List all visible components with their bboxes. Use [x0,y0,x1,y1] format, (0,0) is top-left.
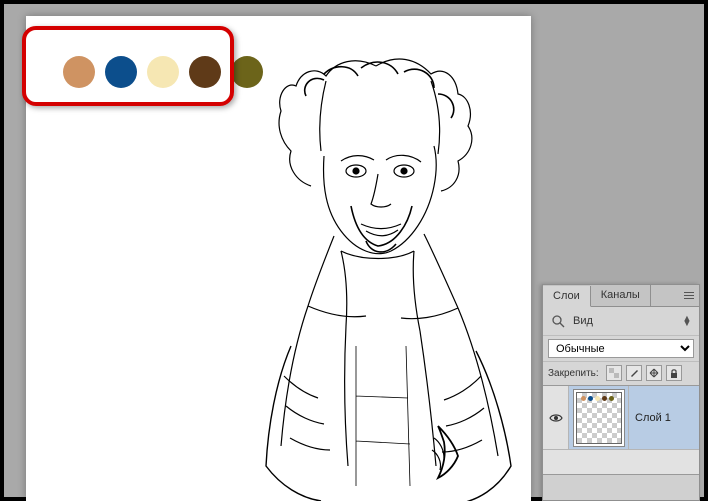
lock-transparency-button[interactable] [606,365,622,381]
lock-position-button[interactable] [646,365,662,381]
tab-channels[interactable]: Каналы [591,285,651,306]
lock-pixels-button[interactable] [626,365,642,381]
panel-footer [543,474,699,500]
panel-menu-icon[interactable] [681,287,697,303]
dropdown-arrows-icon[interactable]: ▲▼ [681,316,693,326]
layers-panel: Слои Каналы Вид ▲▼ Обычные Закрепить: [542,284,700,501]
tab-layers[interactable]: Слои [543,286,591,307]
lock-label: Закрепить: [548,368,599,379]
lock-all-button[interactable] [666,365,682,381]
blend-mode-select[interactable]: Обычные [548,339,694,358]
portrait-sketch [206,46,531,501]
layer-thumbnail [576,392,622,444]
swatch-2[interactable] [105,56,137,88]
panel-tabs: Слои Каналы [543,285,699,307]
lock-row: Закрепить: [543,362,699,386]
layer-filter[interactable]: Вид ▲▼ [543,307,699,336]
filter-label: Вид [573,315,675,327]
blend-mode-row: Обычные [543,336,699,362]
search-icon [549,312,567,330]
eye-icon [549,413,563,423]
document-canvas[interactable] [26,16,531,501]
layer-row[interactable]: Слой 1 [543,386,699,450]
layer-thumbnail-cell[interactable] [569,386,629,449]
layer-name[interactable]: Слой 1 [629,412,699,424]
workspace: Слои Каналы Вид ▲▼ Обычные Закрепить: [4,4,704,497]
swatch-1[interactable] [63,56,95,88]
swatch-3[interactable] [147,56,179,88]
layers-list: Слой 1 [543,386,699,474]
visibility-toggle[interactable] [543,386,569,449]
